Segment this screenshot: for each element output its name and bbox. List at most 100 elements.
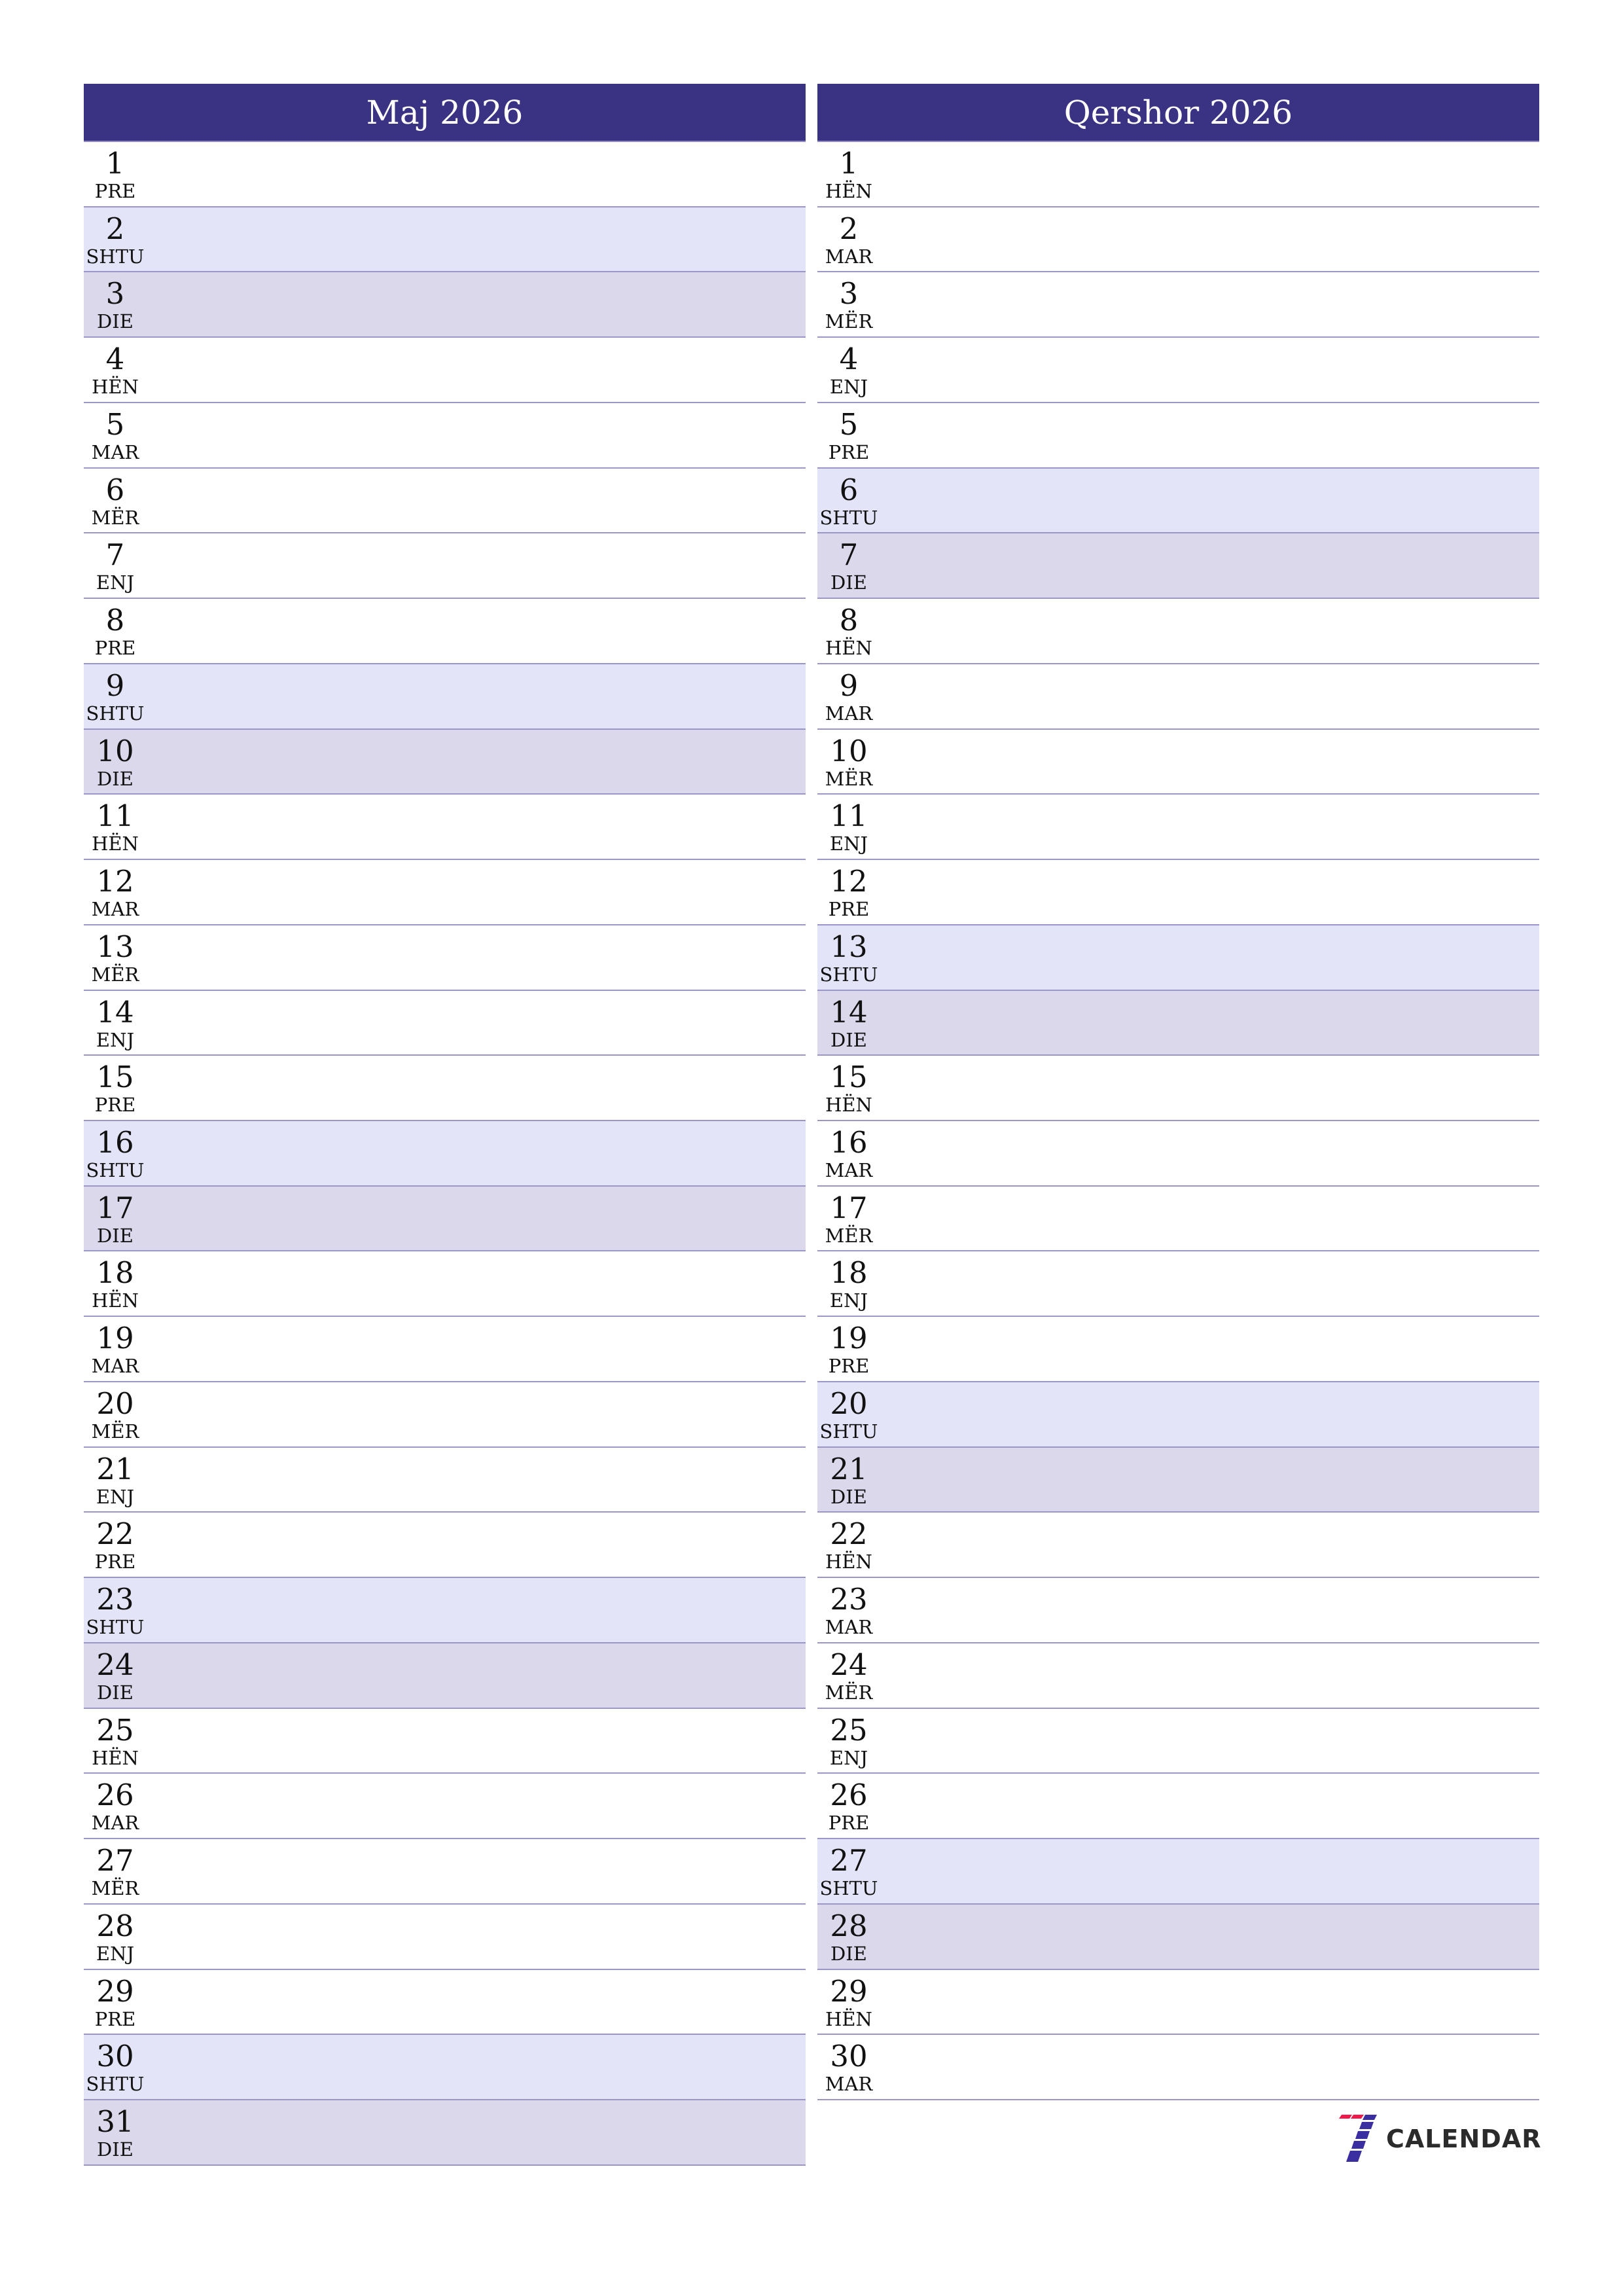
weekday-label: PRE: [94, 180, 136, 202]
day-row[interactable]: 5 MAR: [84, 403, 806, 469]
day-row[interactable]: 25 HËN: [84, 1708, 806, 1774]
day-row[interactable]: 12 MAR: [84, 860, 806, 925]
day-row[interactable]: 3 MËR: [817, 272, 1539, 338]
day-row[interactable]: 20 MËR: [84, 1382, 806, 1448]
day-number: 28: [830, 1908, 868, 1943]
weekday-label: ENJ: [829, 833, 868, 855]
day-number: 15: [830, 1060, 868, 1095]
day-row[interactable]: 9 SHTU: [84, 664, 806, 730]
weekday-label: SHTU: [86, 2073, 145, 2096]
day-row[interactable]: 11 HËN: [84, 795, 806, 861]
weekday-label: DIE: [830, 571, 867, 594]
weekday-label: PRE: [828, 1812, 870, 1835]
day-row[interactable]: 29 HËN: [817, 1969, 1539, 2036]
day-number: 28: [96, 1908, 134, 1943]
weekday-label: MËR: [825, 1681, 873, 1704]
day-number: 2: [105, 211, 125, 246]
day-row[interactable]: 6 SHTU: [817, 468, 1539, 534]
day-list: 1 HËN 2 MAR 3 MËR 4 ENJ 5 PRE 6 SHTU 7 DIE 8 HËN 9 MAR 10 M…: [817, 142, 1539, 2101]
day-row[interactable]: 13 MËR: [84, 925, 806, 991]
day-number: 24: [830, 1647, 868, 1682]
day-row[interactable]: 22 HËN: [817, 1513, 1539, 1579]
day-number: 4: [105, 342, 125, 377]
day-row[interactable]: 24 MËR: [817, 1643, 1539, 1709]
day-row[interactable]: 27 SHTU: [817, 1839, 1539, 1905]
day-row[interactable]: 18 ENJ: [817, 1251, 1539, 1318]
day-row[interactable]: 14 DIE: [817, 990, 1539, 1056]
day-row[interactable]: 4 HËN: [84, 338, 806, 403]
day-row[interactable]: 19 PRE: [817, 1317, 1539, 1382]
day-number: 3: [105, 276, 125, 312]
day-row[interactable]: 31 DIE: [84, 2100, 806, 2166]
day-number: 12: [830, 864, 868, 899]
day-row[interactable]: 17 MËR: [817, 1186, 1539, 1252]
day-row[interactable]: 28 DIE: [817, 1904, 1539, 1970]
day-row[interactable]: 10 DIE: [84, 729, 806, 795]
day-row[interactable]: 8 PRE: [84, 599, 806, 664]
day-row[interactable]: 26 MAR: [84, 1774, 806, 1840]
day-row[interactable]: 19 MAR: [84, 1317, 806, 1382]
day-row[interactable]: 16 SHTU: [84, 1121, 806, 1187]
day-row[interactable]: 16 MAR: [817, 1121, 1539, 1187]
day-row[interactable]: 27 MËR: [84, 1839, 806, 1905]
day-row[interactable]: 10 MËR: [817, 729, 1539, 795]
day-row[interactable]: 13 SHTU: [817, 925, 1539, 991]
day-number: 18: [96, 1255, 134, 1291]
day-row[interactable]: 12 PRE: [817, 860, 1539, 925]
day-number: 9: [839, 668, 859, 703]
day-row[interactable]: 1 PRE: [84, 142, 806, 207]
day-row[interactable]: 1 HËN: [817, 142, 1539, 207]
day-number: 13: [830, 929, 868, 964]
weekday-label: HËN: [92, 1289, 139, 1312]
day-row[interactable]: 24 DIE: [84, 1643, 806, 1709]
day-row[interactable]: 26 PRE: [817, 1774, 1539, 1840]
day-row[interactable]: 9 MAR: [817, 664, 1539, 730]
day-row[interactable]: 4 ENJ: [817, 338, 1539, 403]
day-row[interactable]: 22 PRE: [84, 1513, 806, 1579]
weekday-label: PRE: [94, 2007, 136, 2030]
weekday-label: DIE: [97, 1681, 134, 1704]
day-row[interactable]: 21 ENJ: [84, 1447, 806, 1513]
day-row[interactable]: 28 ENJ: [84, 1904, 806, 1970]
day-row[interactable]: 2 MAR: [817, 207, 1539, 273]
day-row[interactable]: 7 ENJ: [84, 533, 806, 600]
weekday-label: DIE: [830, 1485, 867, 1508]
day-row[interactable]: 8 HËN: [817, 599, 1539, 664]
day-row[interactable]: 6 MËR: [84, 468, 806, 534]
weekday-label: SHTU: [86, 702, 145, 725]
day-row[interactable]: 15 PRE: [84, 1056, 806, 1122]
day-row[interactable]: 25 ENJ: [817, 1708, 1539, 1774]
month-june-2026: Qershor 2026 1 HËN 2 MAR 3 MËR 4 ENJ 5 PRE 6 SHTU 7 D…: [817, 84, 1539, 2101]
weekday-label: ENJ: [96, 1942, 135, 1965]
day-row[interactable]: 23 SHTU: [84, 1578, 806, 1643]
day-row[interactable]: 7 DIE: [817, 533, 1539, 600]
day-row[interactable]: 20 SHTU: [817, 1382, 1539, 1448]
day-number: 20: [830, 1386, 868, 1421]
day-row[interactable]: 14 ENJ: [84, 990, 806, 1056]
day-number: 16: [96, 1125, 134, 1160]
day-row[interactable]: 30 SHTU: [84, 2035, 806, 2101]
day-row[interactable]: 30 MAR: [817, 2035, 1539, 2101]
day-row[interactable]: 11 ENJ: [817, 795, 1539, 861]
weekday-label: MAR: [91, 440, 139, 463]
day-row[interactable]: 18 HËN: [84, 1251, 806, 1318]
day-row[interactable]: 2 SHTU: [84, 207, 806, 273]
weekday-label: MAR: [91, 1812, 139, 1835]
weekday-label: MËR: [91, 506, 139, 529]
day-row[interactable]: 5 PRE: [817, 403, 1539, 469]
day-row[interactable]: 15 HËN: [817, 1056, 1539, 1122]
day-number: 19: [830, 1321, 868, 1356]
day-number: 16: [830, 1125, 868, 1160]
month-may-2026: Maj 2026 1 PRE 2 SHTU 3 DIE 4 HËN 5 MAR 6 MËR 7 ENJ 8 P…: [84, 84, 806, 2166]
day-number: 10: [830, 733, 868, 768]
weekday-label: HËN: [825, 637, 872, 660]
day-row[interactable]: 29 PRE: [84, 1969, 806, 2036]
day-row[interactable]: 17 DIE: [84, 1186, 806, 1252]
day-number: 9: [105, 668, 125, 703]
day-number: 8: [839, 603, 859, 638]
day-number: 6: [105, 472, 125, 507]
weekday-label: MËR: [91, 1420, 139, 1443]
day-row[interactable]: 23 MAR: [817, 1578, 1539, 1643]
day-row[interactable]: 3 DIE: [84, 272, 806, 338]
day-row[interactable]: 21 DIE: [817, 1447, 1539, 1513]
